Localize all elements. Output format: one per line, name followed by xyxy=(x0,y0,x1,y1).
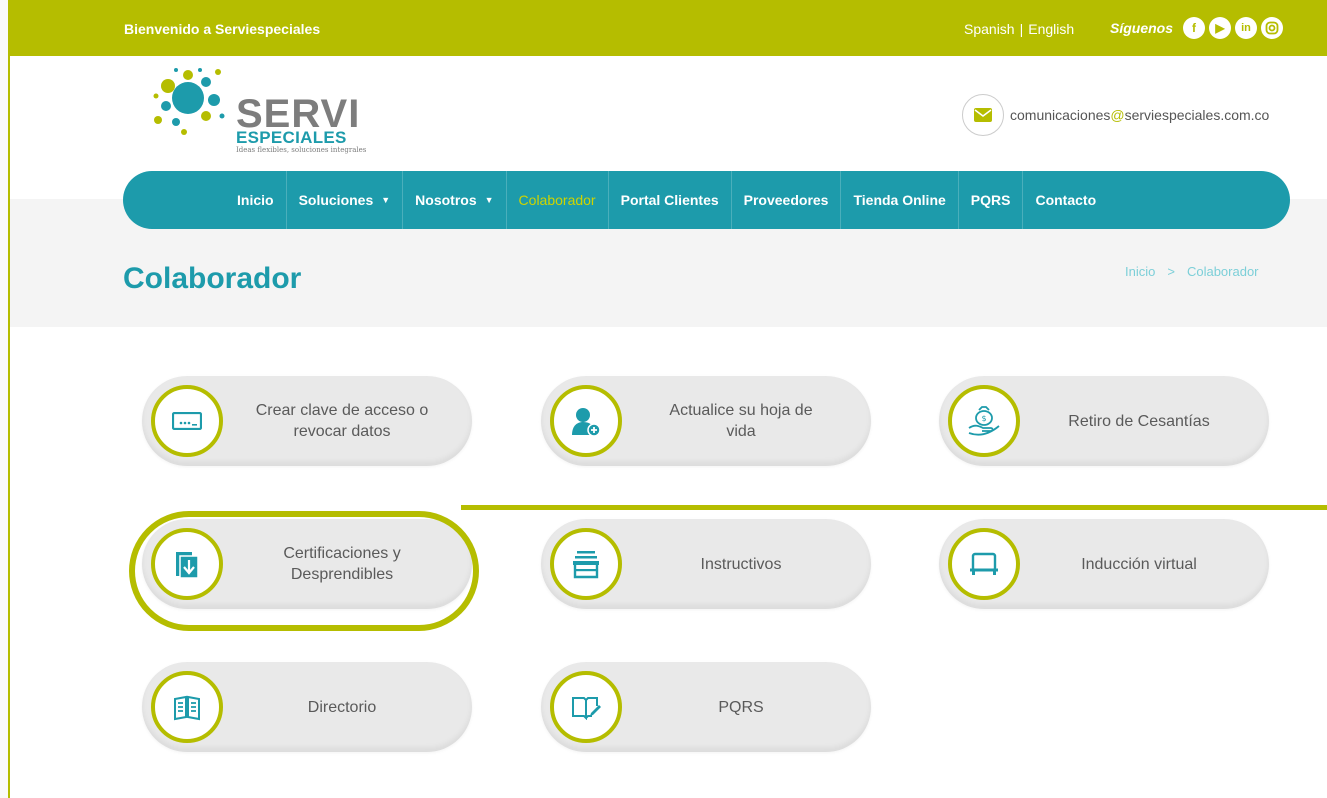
social-links: f ▶ in xyxy=(1183,17,1283,39)
card-label: Actualice su hoja de vida xyxy=(669,402,813,440)
nav-proveedores[interactable]: Proveedores xyxy=(732,171,841,229)
logo[interactable]: SERVI ESPECIALES Ideas flexibles, soluci… xyxy=(148,66,398,160)
card-directorio[interactable]: Directorio xyxy=(142,662,472,752)
nav-pqrs[interactable]: PQRS xyxy=(959,171,1023,229)
nav-label: Proveedores xyxy=(743,192,829,208)
card-hoja-de-vida[interactable]: Actualice su hoja de vida xyxy=(541,376,871,466)
email-domain: serviespeciales.com.co xyxy=(1124,107,1270,123)
follow-label: Síguenos xyxy=(1110,20,1174,36)
card-label: Inducción virtual xyxy=(1081,555,1197,573)
card-crear-clave[interactable]: Crear clave de acceso o revocar datos xyxy=(142,376,472,466)
directory-book-icon xyxy=(151,671,223,743)
nav-label: Soluciones xyxy=(298,192,374,208)
nav-contacto[interactable]: Contacto xyxy=(1023,171,1108,229)
top-bar: Bienvenido a Serviespeciales Spanish | Eng… xyxy=(10,0,1327,56)
decorative-shape xyxy=(0,0,8,798)
contact-email[interactable]: comunicaciones@serviespeciales.com.co xyxy=(962,94,1269,136)
card-instructivos[interactable]: Instructivos xyxy=(541,519,871,609)
card-label: Crear clave de acceso o revocar datos xyxy=(255,402,429,440)
logo-dots-icon xyxy=(153,68,225,135)
nav-label: Nosotros xyxy=(415,192,477,208)
card-label: PQRS xyxy=(718,698,764,716)
book-edit-icon xyxy=(550,671,622,743)
instagram-icon[interactable] xyxy=(1261,17,1283,39)
svg-text:$: $ xyxy=(981,414,986,423)
nav-label: Tienda Online xyxy=(853,192,946,208)
card-induccion-virtual[interactable]: Inducción virtual xyxy=(939,519,1269,609)
nav-tienda-online[interactable]: Tienda Online xyxy=(841,171,957,229)
linkedin-icon[interactable]: in xyxy=(1235,17,1257,39)
email-address: comunicaciones@serviespeciales.com.co xyxy=(1010,107,1269,123)
email-at: @ xyxy=(1110,107,1125,123)
logo-brand-subtext: ESPECIALES xyxy=(236,128,347,147)
nav-label: Portal Clientes xyxy=(620,192,719,208)
email-user: comunicaciones xyxy=(1010,107,1111,123)
card-label: Retiro de Cesantías xyxy=(1068,412,1210,430)
nav-label: PQRS xyxy=(970,192,1011,208)
main-nav: Inicio Soluciones ▼ Nosotros ▼ Colaborador… xyxy=(123,171,1290,229)
password-key-icon xyxy=(151,385,223,457)
add-user-icon xyxy=(550,385,622,457)
card-label: Directorio xyxy=(307,698,377,716)
chevron-down-icon: ▼ xyxy=(484,195,494,205)
breadcrumb-current: Colaborador xyxy=(1186,264,1259,279)
nav-portal-clientes[interactable]: Portal Clientes xyxy=(609,171,731,229)
nav-colaborador[interactable]: Colaborador xyxy=(507,171,608,229)
nav-label: Inicio xyxy=(237,192,274,208)
highlight-ring xyxy=(129,511,479,631)
facebook-icon[interactable]: f xyxy=(1183,17,1205,39)
chevron-down-icon: ▼ xyxy=(381,195,391,205)
language-switcher: Spanish | English xyxy=(964,21,1074,37)
stack-box-icon xyxy=(550,528,622,600)
highlight-line xyxy=(461,505,1327,510)
nav-inicio[interactable]: Inicio xyxy=(225,171,286,229)
card-label: Instructivos xyxy=(700,555,782,573)
lang-english-link[interactable]: English xyxy=(1028,21,1074,37)
welcome-text: Bienvenido a Serviespeciales xyxy=(124,21,321,37)
breadcrumb-home-link[interactable]: Inicio xyxy=(1125,264,1155,279)
youtube-icon[interactable]: ▶ xyxy=(1209,17,1231,39)
lang-separator: | xyxy=(1019,21,1024,37)
lang-spanish-link[interactable]: Spanish xyxy=(964,21,1015,37)
left-frame-line xyxy=(8,0,10,798)
mail-icon xyxy=(962,94,1004,136)
monitor-icon xyxy=(948,528,1020,600)
money-bag-hand-icon: $ xyxy=(948,385,1020,457)
nav-nosotros[interactable]: Nosotros ▼ xyxy=(403,171,505,229)
card-retiro-cesantias[interactable]: $ Retiro de Cesantías xyxy=(939,376,1269,466)
logo-tagline: Ideas flexibles, soluciones integrales xyxy=(236,146,367,154)
breadcrumb: Inicio > Colaborador xyxy=(1125,264,1259,279)
nav-soluciones[interactable]: Soluciones ▼ xyxy=(287,171,403,229)
page-title: Colaborador xyxy=(123,262,302,295)
nav-label: Colaborador xyxy=(518,192,596,208)
breadcrumb-separator: > xyxy=(1167,264,1175,279)
card-pqrs[interactable]: PQRS xyxy=(541,662,871,752)
nav-label: Contacto xyxy=(1035,192,1097,208)
